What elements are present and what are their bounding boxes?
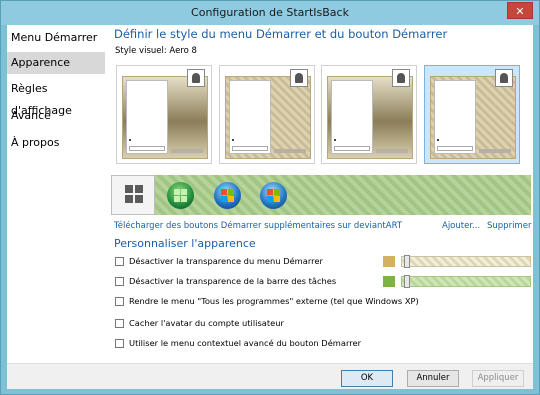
checkbox[interactable]: [115, 257, 124, 266]
option-label: Utiliser le menu contextuel avancé du bo…: [129, 338, 361, 348]
flag-icon: [267, 189, 280, 202]
links-row: Télécharger des boutons Démarrer supplém…: [111, 221, 533, 233]
avatar-icon: [187, 69, 205, 87]
preview-bar: [274, 149, 306, 153]
preview-list: [229, 80, 271, 154]
option-label: Désactiver la transparence du menu Démar…: [129, 256, 323, 266]
dialog-footer: OK Annuler Appliquer: [7, 363, 533, 389]
preview-frame: [225, 69, 311, 159]
preview-frame: [430, 69, 516, 159]
avatar-icon: [392, 69, 410, 87]
style-preview-1[interactable]: [116, 65, 212, 164]
style-preview-2[interactable]: [219, 65, 315, 164]
remove-link[interactable]: Supprimer: [487, 221, 531, 231]
section-heading: Définir le style du menu Démarrer et du …: [114, 27, 448, 41]
sidebar-item-regles-affichage[interactable]: Règles d'affichage: [7, 78, 105, 117]
preview-bar: [376, 149, 408, 153]
sidebar-item-apparence[interactable]: Apparence: [7, 52, 105, 74]
start-orb-win7-icon[interactable]: [214, 182, 241, 209]
slider-thumb[interactable]: [404, 255, 410, 268]
add-link[interactable]: Ajouter...: [442, 221, 480, 231]
preview-frame: [327, 69, 413, 159]
start-orb-vista-icon[interactable]: [260, 182, 287, 209]
avatar-icon: [290, 69, 308, 87]
title-bar[interactable]: Configuration de StartIsBack ✕: [1, 1, 539, 25]
start-button-strip: [111, 175, 531, 215]
checkbox[interactable]: [115, 339, 124, 348]
visual-style-label: Style visuel: Aero 8: [115, 46, 197, 56]
taskbar-transparency-slider[interactable]: [401, 275, 531, 288]
start-menu-color-swatch[interactable]: [383, 256, 395, 267]
preview-list: [434, 80, 476, 154]
sidebar: Menu Démarrer Apparence Règles d'afficha…: [7, 25, 105, 363]
sidebar-item-menu-demarrer[interactable]: Menu Démarrer: [7, 27, 105, 49]
checkbox[interactable]: [115, 319, 124, 328]
preview-frame: [122, 69, 208, 159]
option-label: Désactiver la transparence de la barre d…: [129, 276, 337, 286]
ok-button[interactable]: OK: [341, 370, 393, 387]
option-disable-start-transparency[interactable]: Désactiver la transparence du menu Démar…: [115, 256, 415, 268]
taskbar-color-swatch[interactable]: [383, 276, 395, 287]
preview-list: [126, 80, 168, 154]
download-link[interactable]: Télécharger des boutons Démarrer supplém…: [114, 221, 402, 231]
option-label: Rendre le menu "Tous les programmes" ext…: [129, 296, 419, 306]
start-orb-green-icon[interactable]: [167, 182, 194, 209]
preview-list: [331, 80, 373, 154]
slider-thumb[interactable]: [404, 275, 410, 288]
window-title: Configuration de StartIsBack: [191, 6, 349, 19]
style-preview-3[interactable]: [321, 65, 417, 164]
style-preview-4[interactable]: [424, 65, 520, 164]
apply-button[interactable]: Appliquer: [472, 370, 524, 387]
cancel-button[interactable]: Annuler: [407, 370, 459, 387]
option-label: Cacher l'avatar du compte utilisateur: [129, 318, 284, 328]
option-disable-taskbar-transparency[interactable]: Désactiver la transparence de la barre d…: [115, 276, 415, 288]
option-external-all-programs[interactable]: Rendre le menu "Tous les programmes" ext…: [115, 296, 435, 308]
preview-bar: [479, 149, 511, 153]
option-advanced-context-menu[interactable]: Utiliser le menu contextuel avancé du bo…: [115, 338, 415, 350]
customize-heading: Personnaliser l'apparence: [114, 237, 256, 250]
avatar-icon: [495, 69, 513, 87]
windows8-logo-icon: [125, 185, 143, 203]
start-menu-transparency-slider[interactable]: [401, 255, 531, 268]
sidebar-item-avance[interactable]: Avancé: [7, 105, 105, 127]
checkbox[interactable]: [115, 297, 124, 306]
start-button-option-win8[interactable]: [111, 175, 155, 215]
sidebar-item-a-propos[interactable]: À propos: [7, 132, 105, 154]
option-hide-avatar[interactable]: Cacher l'avatar du compte utilisateur: [115, 318, 415, 330]
close-button[interactable]: ✕: [507, 2, 533, 19]
dialog-window: Configuration de StartIsBack ✕ Menu Déma…: [0, 0, 540, 395]
flag-icon: [221, 189, 234, 202]
dialog-client: Menu Démarrer Apparence Règles d'afficha…: [7, 25, 533, 389]
preview-bar: [171, 149, 203, 153]
flag-icon: [174, 189, 187, 202]
appearance-panel: Définir le style du menu Démarrer et du …: [111, 25, 533, 363]
checkbox[interactable]: [115, 277, 124, 286]
